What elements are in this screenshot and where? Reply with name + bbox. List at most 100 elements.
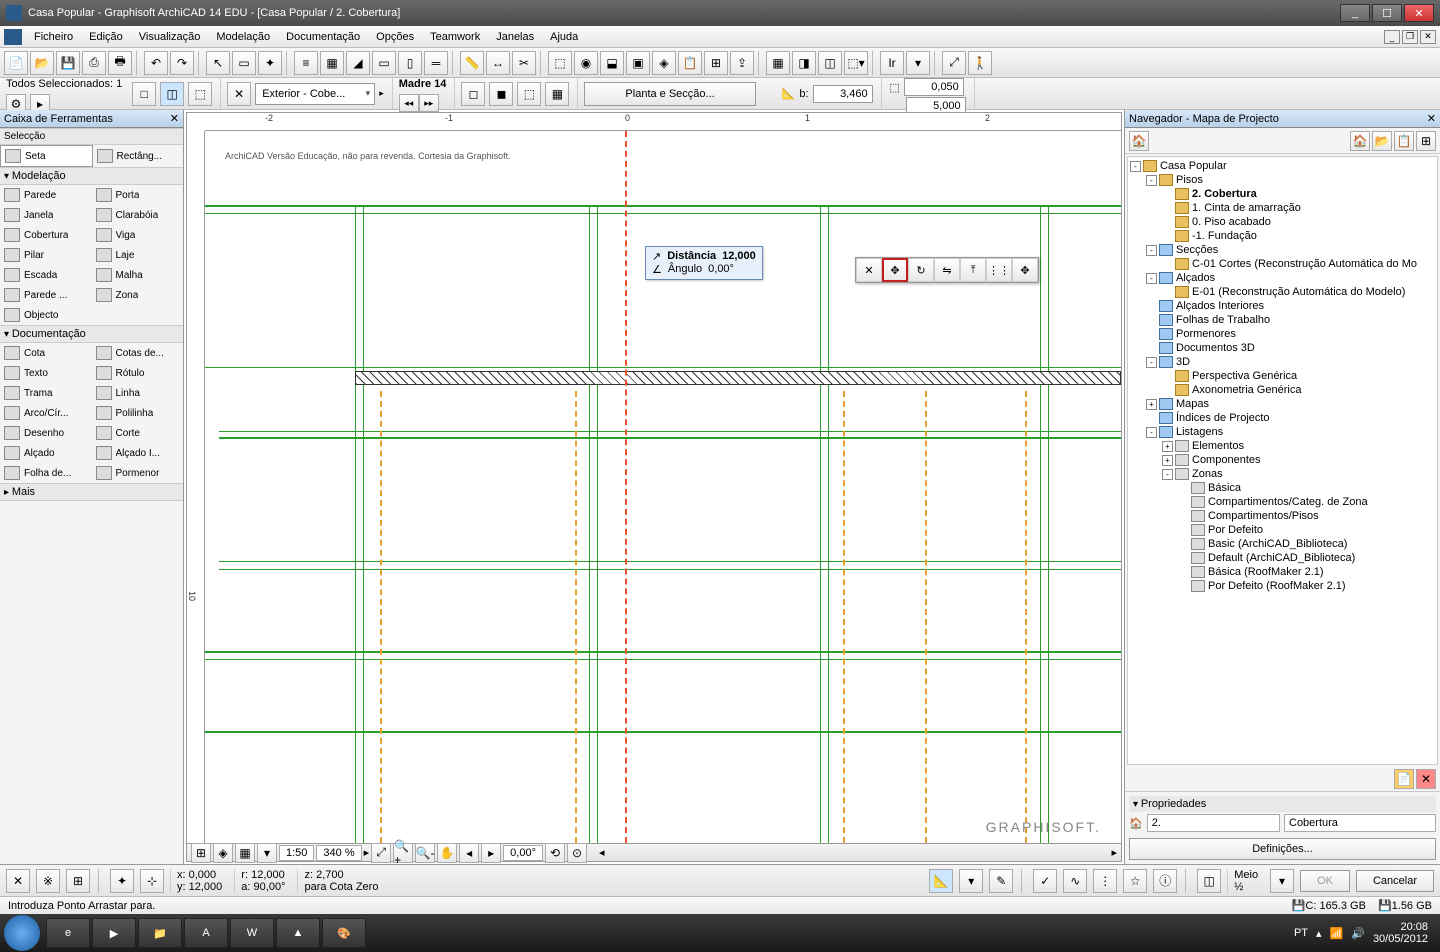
cursor-tool[interactable]: ↖ [206,51,230,75]
tree-node-12[interactable]: Pormenores [1130,327,1435,341]
tool-arrow[interactable]: Seta [0,145,93,167]
info-opt-1[interactable]: ◻ [461,82,485,106]
figure-button[interactable]: 🚶 [968,51,992,75]
nav-publisher-button[interactable]: 📋 [1394,131,1414,151]
grid-button[interactable]: ⊹ [140,869,164,893]
wall-options[interactable]: ▦ [320,51,344,75]
tool-doc-1-0[interactable]: Texto [0,363,92,383]
menu-app-icon[interactable] [4,29,22,45]
favorites-button[interactable]: ☆ [1123,869,1147,893]
tree-node-22[interactable]: -Zonas [1130,467,1435,481]
toolbox-doc-header[interactable]: ▾ Documentação [0,325,183,343]
tree-node-25[interactable]: Compartimentos/Pisos [1130,509,1435,523]
tool-model-6-0[interactable]: Objecto [0,305,92,325]
nav-project-map-button[interactable]: 🏠 [1129,131,1149,151]
props-number-input[interactable] [1147,814,1280,832]
tree-expand-8[interactable]: - [1146,273,1157,284]
dim-width-input[interactable] [904,78,964,96]
ok-button[interactable]: OK [1300,870,1350,892]
tool-model-5-0[interactable]: Parede ... [0,285,92,305]
definitions-button[interactable]: Definições... [1129,838,1436,860]
navigator-props-header[interactable]: ▾ Propriedades [1129,796,1436,812]
tray-lang[interactable]: PT [1294,927,1308,939]
render-button[interactable]: ◉ [574,51,598,75]
tool-model-3-1[interactable]: Laje [92,245,184,265]
view-2d-button[interactable]: ▦ [766,51,790,75]
geometry-method-3[interactable]: ⬚ [188,82,212,106]
new-file-button[interactable]: 📄 [4,51,28,75]
quick-options-2[interactable]: ◈ [213,843,233,863]
minimize-button[interactable]: _ [1340,4,1370,22]
task-ie[interactable]: e [46,918,90,948]
origin-button[interactable]: ✦ [110,869,134,893]
tree-node-13[interactable]: Documentos 3D [1130,341,1435,355]
tool-model-0-1[interactable]: Porta [92,185,184,205]
quick-options-4[interactable]: ▾ [257,843,277,863]
beam-options[interactable]: ═ [424,51,448,75]
tool-doc-3-0[interactable]: Arco/Cír... [0,403,92,423]
tree-node-29[interactable]: Básica (RoofMaker 2.1) [1130,565,1435,579]
menu-documentacao[interactable]: Documentação [278,28,368,46]
trim-button[interactable]: ✂ [512,51,536,75]
pet-mirror-button[interactable]: ⇋ [934,258,960,282]
task-autocad[interactable]: A [184,918,228,948]
view-3d-button[interactable]: ◨ [792,51,816,75]
tool-doc-3-1[interactable]: Polilinha [92,403,184,423]
tray-up-icon[interactable]: ▴ [1316,927,1322,940]
schedule-button[interactable]: ⊞ [704,51,728,75]
tool-doc-4-1[interactable]: Corte [92,423,184,443]
nav-delete-button[interactable]: ✕ [1416,769,1436,789]
tray-clock[interactable]: 20:08 30/05/2012 [1373,921,1428,945]
tool-model-2-0[interactable]: Cobertura [0,225,92,245]
tree-node-14[interactable]: -3D [1130,355,1435,369]
tool-doc-5-1[interactable]: Alçado I... [92,443,184,463]
open-file-button[interactable]: 📂 [30,51,54,75]
angle-display[interactable]: 0,00° [503,845,543,861]
close-button[interactable]: ✕ [1404,4,1434,22]
floor-plan-section-button[interactable]: Planta e Secção... [584,82,755,106]
tree-node-11[interactable]: Folhas de Trabalho [1130,313,1435,327]
mdi-restore[interactable]: ❐ [1402,30,1418,44]
menu-modelacao[interactable]: Modelação [208,28,278,46]
tree-expand-20[interactable]: + [1162,441,1173,452]
tool-model-5-1[interactable]: Zona [92,285,184,305]
orientation-1[interactable]: ⟲ [545,843,565,863]
tree-expand-21[interactable]: + [1162,455,1173,466]
section-button[interactable]: ⬓ [600,51,624,75]
tree-node-30[interactable]: Por Defeito (RoofMaker 2.1) [1130,579,1435,593]
pet-close-icon[interactable]: ✕ [856,258,882,282]
tree-node-27[interactable]: Basic (ArchiCAD_Biblioteca) [1130,537,1435,551]
3d-button[interactable]: ⬚ [548,51,572,75]
tool-model-1-0[interactable]: Janela [0,205,92,225]
menu-janelas[interactable]: Janelas [488,28,542,46]
check-button[interactable]: ✓ [1033,869,1057,893]
navigator-close-icon[interactable]: ✕ [1427,112,1436,125]
pet-move-button[interactable]: ✥ [882,258,908,282]
tree-node-9[interactable]: E-01 (Reconstrução Automática do Modelo) [1130,285,1435,299]
tree-node-2[interactable]: 2. Cobertura [1130,187,1435,201]
layer-prev-button[interactable]: ◂◂ [399,94,419,112]
toolbox-model-header[interactable]: ▾ Modelação [0,167,183,185]
plot-button[interactable]: 🖶 [108,51,132,75]
scale-display[interactable]: 1:50 [279,845,314,861]
zoom-display[interactable]: 340 % [316,845,361,861]
nav-view-map-button[interactable]: 🏠 [1350,131,1370,151]
task-media[interactable]: ▶ [92,918,136,948]
snap-2-button[interactable]: ※ [36,869,60,893]
pan-button[interactable]: ✋ [437,843,457,863]
tool-marquee[interactable]: Rectâng... [93,145,184,167]
tree-node-21[interactable]: +Componentes [1130,453,1435,467]
quick-options-1[interactable]: ⊞ [191,843,211,863]
zoom-out-button[interactable]: 🔍- [415,843,435,863]
task-paint[interactable]: 🎨 [322,918,366,948]
tree-expand-19[interactable]: - [1146,427,1157,438]
task-archicad[interactable]: ▲ [276,918,320,948]
tool-doc-0-1[interactable]: Cotas de... [92,343,184,363]
tool-doc-6-0[interactable]: Folha de... [0,463,92,483]
tree-node-1[interactable]: -Pisos [1130,173,1435,187]
tool-doc-2-0[interactable]: Trama [0,383,92,403]
task-explorer[interactable]: 📁 [138,918,182,948]
roof-options[interactable]: ◢ [346,51,370,75]
menu-ajuda[interactable]: Ajuda [542,28,586,46]
measure-button[interactable]: 📏 [460,51,484,75]
